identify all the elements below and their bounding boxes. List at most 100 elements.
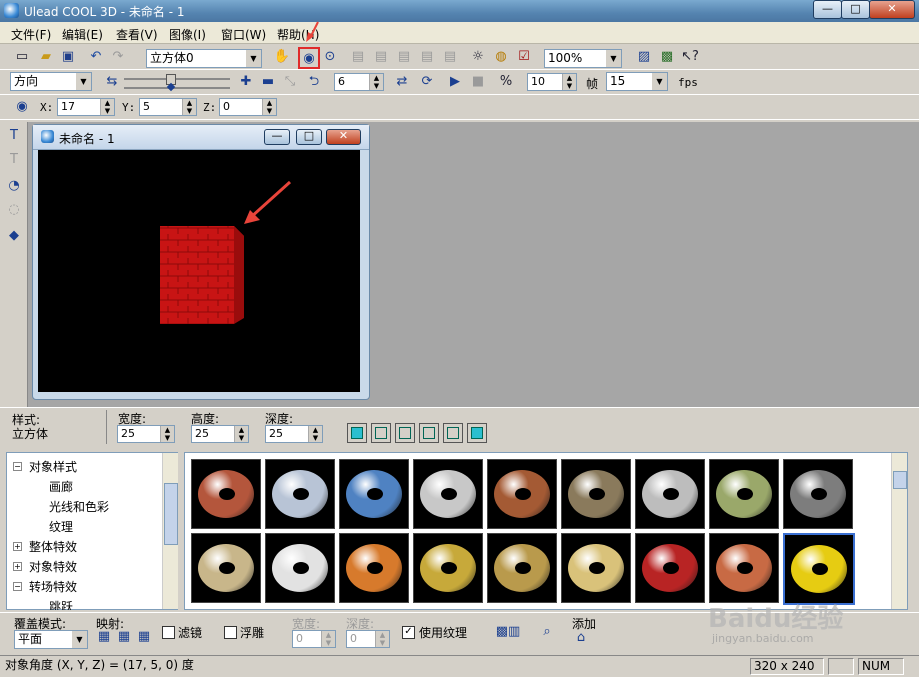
texture-thumb-yellow[interactable] [783, 533, 855, 605]
tree-item-jump[interactable]: 跳跃 [49, 598, 73, 610]
texture-image-icon[interactable]: ▩▥ [490, 623, 526, 641]
spin-arrows-icon[interactable]: ▲ ▼ [321, 631, 335, 647]
cover-mode-select[interactable]: 平面 ▼ [14, 630, 88, 649]
export-icon[interactable]: ▨ [634, 47, 654, 67]
menu-image[interactable]: 图像(I) [169, 26, 206, 43]
gallery-scrollbar[interactable] [891, 453, 907, 609]
texture-thumb-moss[interactable] [709, 459, 779, 529]
x-input[interactable]: 17 ▲ ▼ [57, 98, 115, 116]
maximize-button[interactable]: □ [841, 0, 870, 19]
edit-shape-icon[interactable]: ◌ [4, 200, 24, 220]
cube-right-icon[interactable] [395, 423, 415, 443]
frames-select[interactable]: 15 ▼ [606, 72, 668, 91]
chevron-down-icon[interactable]: ▼ [71, 631, 87, 648]
spin-arrows-icon[interactable]: ▲ ▼ [160, 426, 174, 442]
help-cursor-icon[interactable]: ↖? [680, 47, 700, 67]
zoom-select[interactable]: 100% ▼ [544, 49, 622, 68]
menu-file[interactable]: 文件(F) [11, 26, 51, 43]
collapse-icon[interactable]: − [13, 582, 22, 591]
texture-thumb-gold[interactable] [413, 533, 483, 603]
object-select[interactable]: 立方体0 ▼ [146, 49, 262, 68]
rotate-icon[interactable]: ⟳ [417, 72, 437, 92]
loop-icon[interactable]: ⮌ [304, 72, 324, 92]
timeline-slider[interactable] [124, 74, 234, 92]
emboss-checkbox[interactable] [224, 626, 237, 639]
texture-thumb-brass[interactable] [487, 533, 557, 603]
texture-thumb-burlap[interactable] [191, 533, 261, 603]
tree-item-object-style[interactable]: 对象样式 [29, 458, 77, 475]
texture-depth-input[interactable]: 0 ▲ ▼ [346, 630, 390, 648]
expand-icon[interactable]: + [13, 562, 22, 571]
chevron-down-icon[interactable]: ▼ [651, 73, 667, 90]
z-input[interactable]: 0 ▲ ▼ [219, 98, 277, 116]
open-folder-icon[interactable]: ▰ [36, 47, 56, 67]
tree-item-object-effects[interactable]: 对象特效 [29, 558, 77, 575]
spin-arrows-icon[interactable]: ▲ ▼ [182, 99, 196, 115]
new-file-icon[interactable]: ▭ [12, 47, 32, 67]
render-icon[interactable]: ▩ [657, 47, 677, 67]
chevron-down-icon[interactable]: ▼ [245, 50, 261, 67]
menu-view[interactable]: 查看(V) [116, 26, 158, 43]
stop-icon[interactable]: ■ [468, 72, 488, 92]
tree-item-transition-effects[interactable]: 转场特效 [29, 578, 77, 595]
filter-checkbox[interactable] [162, 626, 175, 639]
reverse-icon[interactable]: ⤡ [280, 72, 300, 92]
menu-edit[interactable]: 编辑(E) [62, 26, 103, 43]
light-icon[interactable]: ☼ [468, 47, 488, 67]
layer-icon-3[interactable]: ▤ [394, 47, 414, 67]
add-to-gallery-icon[interactable]: ⌂ [572, 629, 590, 647]
hand-icon[interactable]: ✋ [272, 47, 292, 67]
texture-thumb-chrome[interactable] [265, 533, 335, 603]
texture-thumb-marble[interactable] [635, 459, 705, 529]
object-properties-icon[interactable]: ◉ [298, 47, 320, 69]
speed-input[interactable]: 10 ▲ ▼ [527, 73, 577, 91]
spin-arrows-icon[interactable]: ▲ ▼ [262, 99, 276, 115]
spin-arrows-icon[interactable]: ▲ ▼ [308, 426, 322, 442]
play-icon[interactable]: ▶ [445, 72, 465, 92]
chevron-down-icon[interactable]: ▼ [605, 50, 621, 67]
menu-window[interactable]: 窗口(W) [221, 26, 266, 43]
spin-arrows-icon[interactable]: ▲ ▼ [100, 99, 114, 115]
globe-icon[interactable]: ◍ [491, 47, 511, 67]
timeline-arrows-icon[interactable]: ⇆ [102, 72, 122, 92]
render-canvas[interactable] [38, 150, 360, 392]
texture-thumb-copper-brick[interactable] [487, 459, 557, 529]
texture-thumb-blue-silver[interactable] [265, 459, 335, 529]
cube-front-icon[interactable] [347, 423, 367, 443]
collapse-icon[interactable]: − [13, 462, 22, 471]
spin-arrows-icon[interactable]: ▲ ▼ [562, 74, 576, 90]
texture-width-input[interactable]: 0 ▲ ▼ [292, 630, 336, 648]
cube-top-icon[interactable] [419, 423, 439, 443]
tree-item-global-effects[interactable]: 整体特效 [29, 538, 77, 555]
chart-icon[interactable]: ☑ [514, 47, 534, 67]
document-close-button[interactable]: ✕ [326, 129, 361, 145]
cube-bottom-icon[interactable] [443, 423, 463, 443]
insert-shape-icon[interactable]: ◔ [4, 176, 24, 196]
spin-arrows-icon[interactable]: ▲ ▼ [375, 631, 389, 647]
texture-thumb-brick[interactable] [191, 459, 261, 529]
use-texture-checkbox[interactable]: ✓ [402, 626, 415, 639]
cube-left-icon[interactable] [371, 423, 391, 443]
rotate-object-icon[interactable]: ◉ [12, 97, 32, 117]
insert-geometry-icon[interactable]: ◆ [4, 226, 24, 246]
add-keyframe-icon[interactable]: ✚ [236, 72, 256, 92]
close-button[interactable]: ✕ [869, 0, 915, 19]
texture-thumb-terracotta[interactable] [709, 533, 779, 603]
texture-thumb-blue-stone[interactable] [339, 459, 409, 529]
undo-icon[interactable]: ↶ [86, 47, 106, 67]
redo-icon[interactable]: ↷ [108, 47, 128, 67]
minimize-button[interactable]: — [813, 0, 842, 19]
tree-scrollbar[interactable] [162, 453, 178, 609]
depth-input[interactable]: 25 ▲ ▼ [265, 425, 323, 443]
height-input[interactable]: 25 ▲ ▼ [191, 425, 249, 443]
remove-keyframe-icon[interactable]: ▬ [258, 72, 278, 92]
y-input[interactable]: 5 ▲ ▼ [139, 98, 197, 116]
width-input[interactable]: 25 ▲ ▼ [117, 425, 175, 443]
repeat-icon[interactable]: ⇄ [392, 72, 412, 92]
layer-icon-4[interactable]: ▤ [417, 47, 437, 67]
texture-thumb-red-brick[interactable] [635, 533, 705, 603]
tree-item-texture[interactable]: 纹理 [49, 518, 73, 535]
texture-thumb-white-brick[interactable] [413, 459, 483, 529]
edit-text-icon[interactable]: T [4, 150, 24, 170]
insert-text-icon[interactable]: T [4, 126, 24, 146]
